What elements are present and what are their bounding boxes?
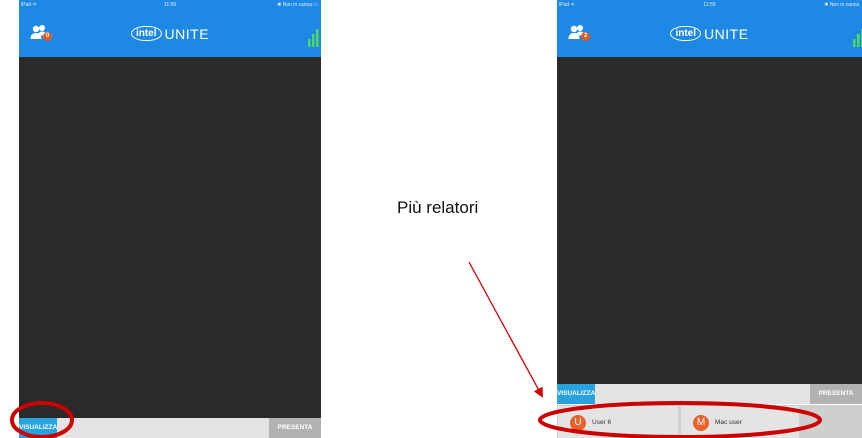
annotation-overlay [10,261,822,438]
highlight-ellipse-presenters [538,401,822,438]
annotation-arrow [468,261,543,398]
highlight-ellipse-view-tab [10,401,74,438]
